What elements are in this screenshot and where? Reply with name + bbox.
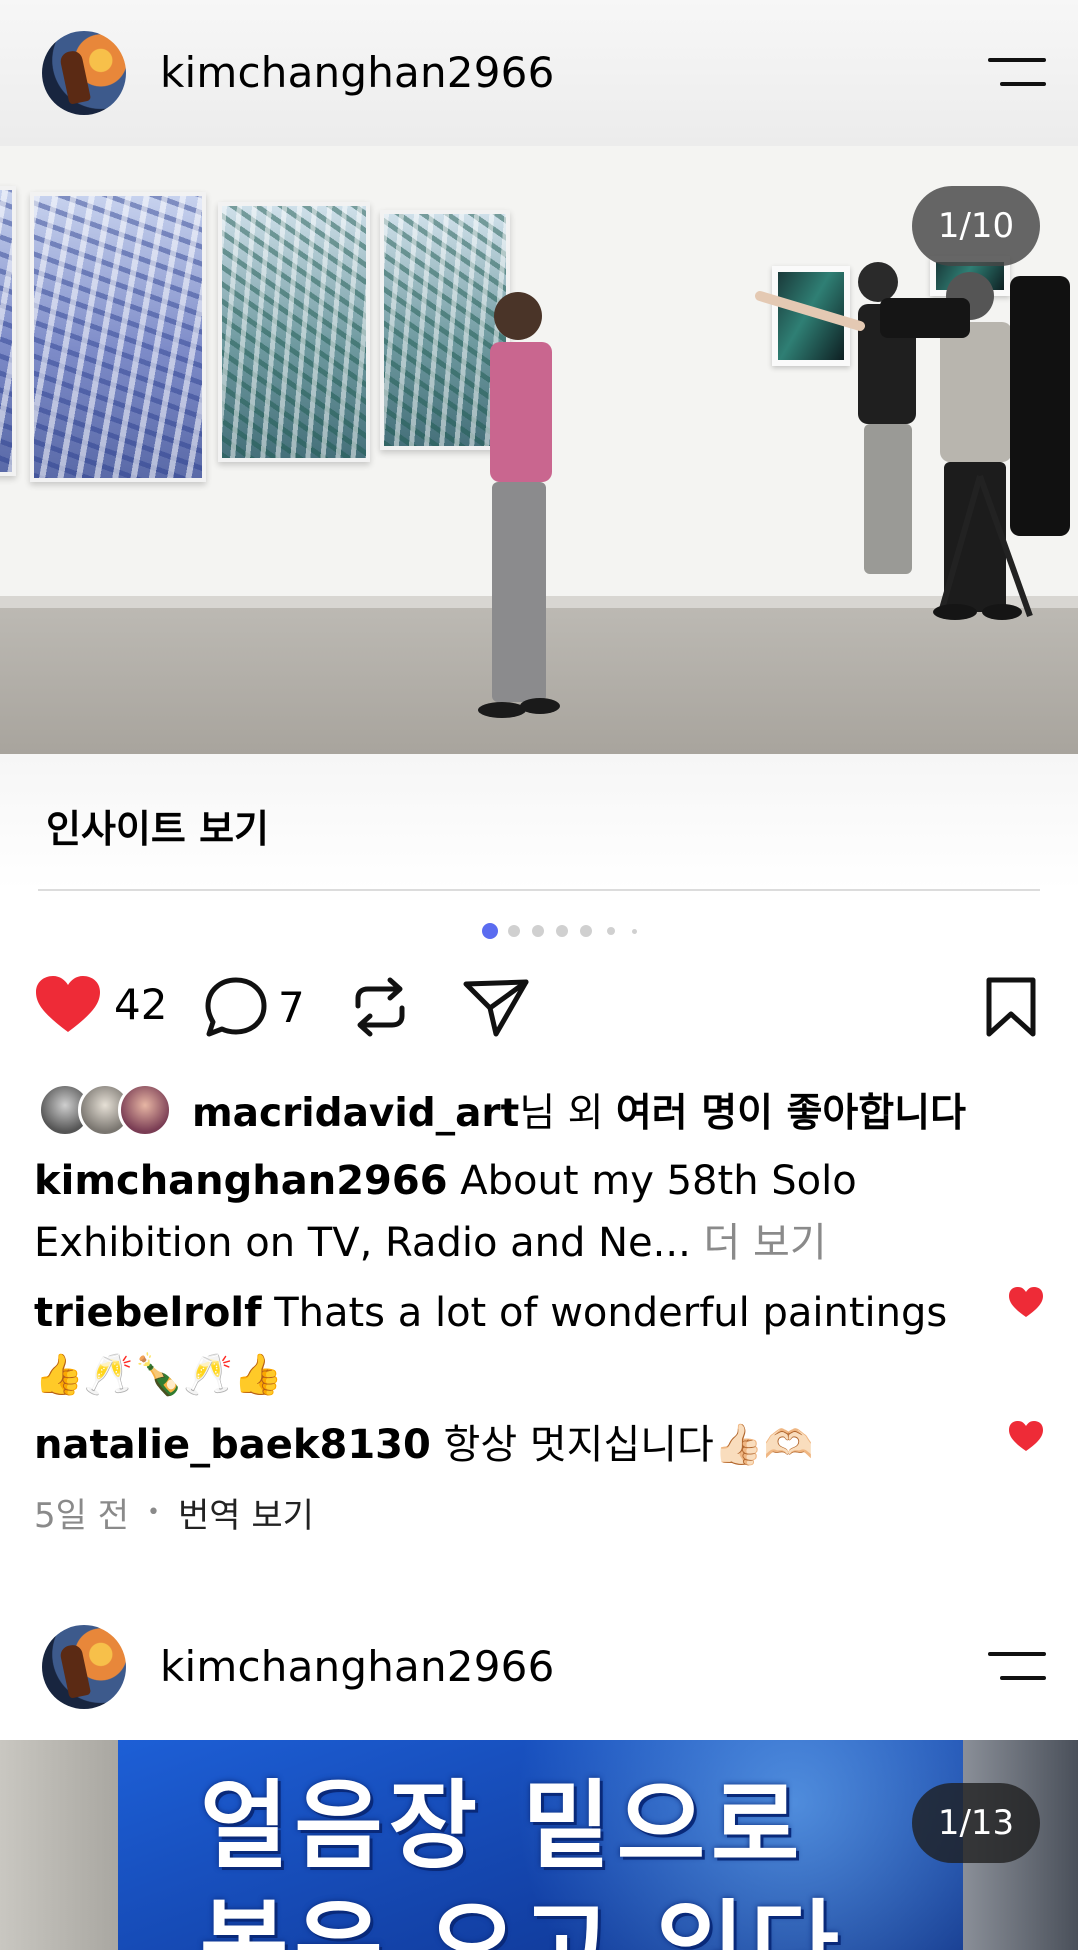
crew-figures: [755, 262, 1070, 620]
carousel-dot: [556, 925, 568, 937]
repost-button[interactable]: [350, 976, 410, 1038]
menu-icon[interactable]: [988, 58, 1046, 88]
like-button[interactable]: 42: [34, 974, 167, 1034]
carousel-dot: [607, 927, 615, 935]
headline-text: 봄은 오고 있다: [200, 1890, 845, 1950]
repost-icon: [355, 977, 405, 1037]
avatar[interactable]: [42, 31, 126, 115]
carousel-dot: [532, 925, 544, 937]
post-meta: 5일 전 • 번역 보기: [34, 1488, 314, 1537]
like-count: 42: [114, 979, 168, 1029]
heart-icon: [36, 976, 100, 1032]
carousel-indicator: [0, 921, 1078, 941]
comment-like-heart-icon[interactable]: [1008, 1286, 1044, 1318]
comment-icon: [205, 977, 267, 1037]
post-timestamp: 5일 전: [34, 1496, 129, 1536]
carousel-dot: [632, 929, 637, 934]
comment-text: 항상 멋지십니다👍🏻🫶🏻: [443, 1422, 814, 1468]
liked-by-avatars: [38, 1081, 178, 1139]
painting: [30, 192, 206, 482]
post-header: kimchanghan2966: [0, 1594, 1078, 1740]
comment-item: natalie_baek8130 항상 멋지십니다👍🏻🫶🏻: [34, 1414, 974, 1476]
divider: [38, 889, 1040, 891]
share-icon: [463, 979, 529, 1037]
post-username[interactable]: kimchanghan2966: [160, 1642, 555, 1691]
comment-item: triebelrolf Thats a lot of wonderful pai…: [34, 1282, 974, 1406]
avatar: [118, 1083, 172, 1137]
bookmark-icon: [986, 977, 1036, 1037]
caption-more-link[interactable]: 더 보기: [704, 1220, 827, 1266]
avatar[interactable]: [42, 1625, 126, 1709]
share-button[interactable]: [462, 976, 532, 1038]
translate-link[interactable]: 번역 보기: [178, 1488, 314, 1537]
post-header: kimchanghan2966: [0, 0, 1078, 146]
headline-text: 얼음장 밑으로: [200, 1770, 806, 1882]
comment-count: 7: [278, 982, 305, 1032]
post-username[interactable]: kimchanghan2966: [160, 48, 555, 97]
carousel-dot: [580, 925, 592, 937]
carousel-dot-active: [482, 923, 498, 939]
separator-dot: •: [147, 1500, 160, 1525]
comment-button[interactable]: 7: [204, 976, 305, 1038]
post-image[interactable]: 1/10: [0, 146, 1078, 754]
image-counter-badge: 1/13: [912, 1783, 1040, 1863]
menu-icon[interactable]: [988, 1652, 1046, 1682]
liked-by-text: macridavid_art님 외 여러 명이 좋아합니다: [192, 1082, 966, 1138]
insights-label[interactable]: 인사이트 보기: [46, 798, 269, 853]
liked-by-others[interactable]: 여러 명이 좋아합니다: [616, 1091, 966, 1136]
insights-row[interactable]: 인사이트 보기: [0, 754, 1078, 891]
comment-username[interactable]: natalie_baek8130: [34, 1422, 431, 1468]
image-counter-badge: 1/10: [912, 186, 1040, 266]
liked-by-suffix: 님 외: [519, 1091, 616, 1136]
comment-username[interactable]: triebelrolf: [34, 1290, 261, 1336]
person-figure: [478, 292, 560, 718]
painting: [218, 202, 370, 462]
action-bar: 42 7: [0, 970, 1078, 1050]
post-image[interactable]: 얼음장 밑으로 봄은 오고 있다 1/13: [0, 1740, 1078, 1950]
post-caption: kimchanghan2966 About my 58th Solo Exhib…: [34, 1150, 1034, 1274]
liked-by-username[interactable]: macridavid_art: [192, 1091, 519, 1136]
caption-username[interactable]: kimchanghan2966: [34, 1158, 448, 1204]
carousel-dot: [508, 925, 520, 937]
liked-by-row[interactable]: macridavid_art님 외 여러 명이 좋아합니다: [38, 1080, 966, 1140]
comment-like-heart-icon[interactable]: [1008, 1420, 1044, 1452]
bookmark-button[interactable]: [984, 976, 1038, 1038]
painting: [0, 186, 16, 476]
image-background: [0, 1740, 118, 1950]
